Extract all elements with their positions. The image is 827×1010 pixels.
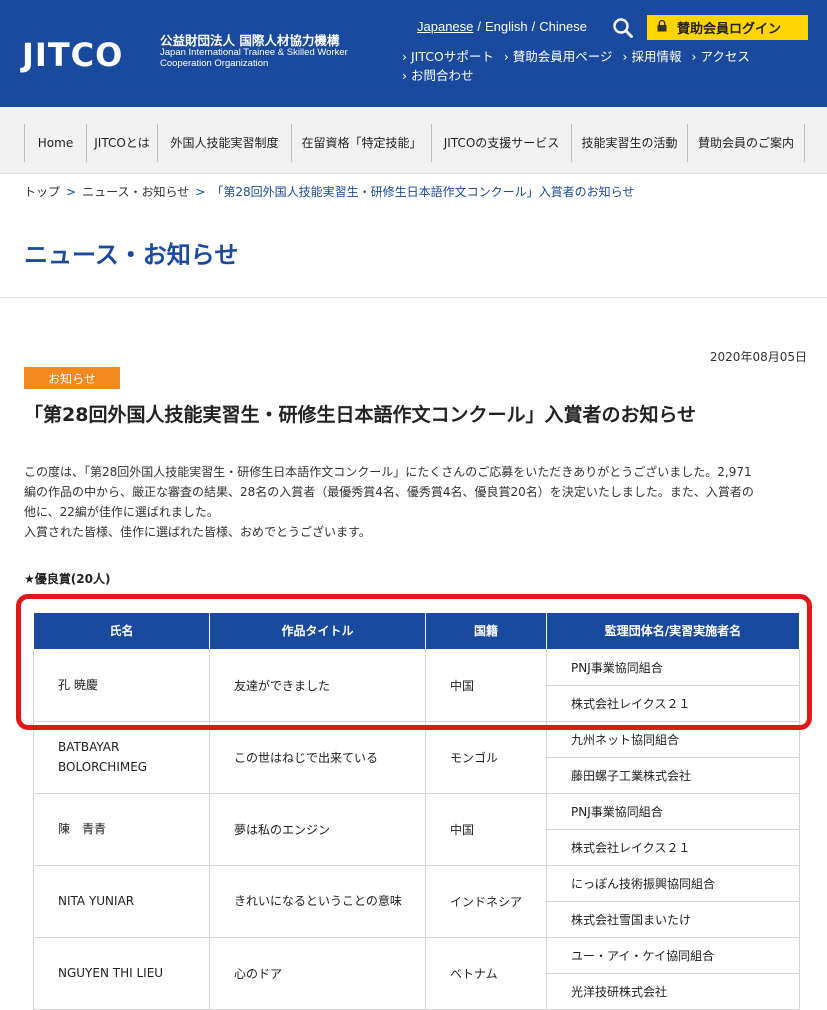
table-row: BATBAYAR BOLORCHIMEG この世はねじで出来ている モンゴル 九… <box>33 720 800 794</box>
intro-line: 編の作品の中から、厳正な審査の結果、28名の入賞者（最優秀賞4名、優秀賞4名、優… <box>24 485 754 499</box>
table-row: 孔 暁慶 友達ができました 中国 PNJ事業協同組合 <box>33 648 800 722</box>
cell-org: にっぽん技術振興協同組合 <box>546 864 800 902</box>
nav-item-trainee-system[interactable]: 外国人技能実習制度 <box>158 124 292 162</box>
nav-item-specified-skills[interactable]: 在留資格「特定技能」 <box>292 124 432 162</box>
lang-english[interactable]: English <box>485 19 528 34</box>
cell-org: 株式会社レイクス２１ <box>546 684 800 722</box>
global-nav-bar: Home JITCOとは 外国人技能実習制度 在留資格「特定技能」 JITCOの… <box>0 107 827 174</box>
awards-table: 氏名 作品タイトル 国籍 監理団体名/実習実施者名 孔 暁慶 友達ができました … <box>33 613 800 1010</box>
cell-name: 孔 暁慶 <box>33 648 210 722</box>
chevron-right-icon: > <box>66 185 77 199</box>
global-nav: Home JITCOとは 外国人技能実習制度 在留資格「特定技能」 JITCOの… <box>24 124 805 162</box>
table-row: NGUYEN THI LIEU 心のドア ベトナム ユー・アイ・ケイ協同組合 <box>33 936 800 1010</box>
table-row: NITA YUNIAR きれいになるということの意味 インドネシア にっぽん技術… <box>33 864 800 938</box>
cell-org: 九州ネット協同組合 <box>546 720 800 758</box>
org-name-jp: 公益財団法人 国際人材協力機構 <box>160 33 340 48</box>
lang-chinese[interactable]: Chinese <box>539 19 587 34</box>
cell-org: 株式会社レイクス２１ <box>546 828 800 866</box>
article-intro: この度は、「第28回外国人技能実習生・研修生日本語作文コンクール」にたくさんのご… <box>24 462 809 542</box>
chevron-right-icon: > <box>195 185 206 199</box>
column-header-nationality: 国籍 <box>425 613 547 650</box>
quick-links: › JITCOサポート › 賛助会員用ページ › 採用情報 › アクセス › お… <box>402 47 822 85</box>
quick-link-recruit[interactable]: › 採用情報 <box>623 49 682 64</box>
org-name-en-line2: Cooperation Organization <box>160 58 269 70</box>
table-header-row: 氏名 作品タイトル 国籍 監理団体名/実習実施者名 <box>33 613 800 650</box>
cell-name: NGUYEN THI LIEU <box>33 936 210 1010</box>
cell-name: 陳 青青 <box>33 792 210 866</box>
jitco-logo[interactable]: JITCO <box>22 36 123 74</box>
column-header-name: 氏名 <box>33 613 210 650</box>
nav-item-home[interactable]: Home <box>25 124 87 162</box>
category-badge: お知らせ <box>24 367 120 389</box>
org-name: 公益財団法人 国際人材協力機構 Japan International Trai… <box>160 33 348 70</box>
nav-item-support-services[interactable]: JITCOの支援サービス <box>432 124 572 162</box>
site-header: JITCO 公益財団法人 国際人材協力機構 Japan Internationa… <box>0 0 827 107</box>
intro-line: 入賞された皆様、佳作に選ばれた皆様、おめでとうございます。 <box>24 525 371 539</box>
quick-link-contact[interactable]: › お問合わせ <box>402 68 473 83</box>
member-login-label: 賛助会員ログイン <box>677 22 782 37</box>
column-header-title: 作品タイトル <box>209 613 426 650</box>
cell-title: 心のドア <box>209 936 426 1010</box>
member-login-button[interactable]: 賛助会員ログイン <box>647 15 808 40</box>
cell-title: 友達ができました <box>209 648 426 722</box>
cell-org: 藤田螺子工業株式会社 <box>546 756 800 794</box>
cell-title: 夢は私のエンジン <box>209 792 426 866</box>
cell-org: ユー・アイ・ケイ協同組合 <box>546 936 800 974</box>
column-header-organization: 監理団体名/実習実施者名 <box>546 613 800 650</box>
cell-org: PNJ事業協同組合 <box>546 792 800 830</box>
quick-link-support[interactable]: › JITCOサポート <box>402 49 494 64</box>
cell-org: 株式会社雪国まいたけ <box>546 900 800 938</box>
cell-name: BATBAYAR BOLORCHIMEG <box>33 720 210 794</box>
page-title: ニュース・お知らせ <box>24 241 239 269</box>
cell-title: この世はねじで出来ている <box>209 720 426 794</box>
intro-line: この度は、「第28回外国人技能実習生・研修生日本語作文コンクール」にたくさんのご… <box>24 465 752 479</box>
cell-org: 光洋技研株式会社 <box>546 972 800 1010</box>
nav-item-trainee-activities[interactable]: 技能実習生の活動 <box>572 124 688 162</box>
section-heading: ★優良賞(20人) <box>24 572 111 586</box>
cell-nationality: モンゴル <box>425 720 547 794</box>
cell-name: NITA YUNIAR <box>33 864 210 938</box>
quick-link-access[interactable]: › アクセス <box>692 49 750 64</box>
lang-japanese[interactable]: Japanese <box>417 19 473 34</box>
cell-nationality: 中国 <box>425 648 547 722</box>
quick-link-member-page[interactable]: › 賛助会員用ページ <box>504 49 613 64</box>
intro-line: 他に、22編が佳作に選ばれました。 <box>24 505 219 519</box>
lock-icon <box>657 19 667 35</box>
language-switcher: Japanese / English / Chinese <box>417 19 587 34</box>
breadcrumb-news[interactable]: ニュース・お知らせ <box>82 185 189 199</box>
cell-title: きれいになるということの意味 <box>209 864 426 938</box>
article-date: 2020年08月05日 <box>709 350 807 364</box>
breadcrumb-top[interactable]: トップ <box>24 185 60 199</box>
cell-nationality: 中国 <box>425 792 547 866</box>
breadcrumb-current: 「第28回外国人技能実習生・研修生日本語作文コンクール」入賞者のお知らせ <box>211 185 635 199</box>
table-row: 陳 青青 夢は私のエンジン 中国 PNJ事業協同組合 <box>33 792 800 866</box>
search-icon[interactable] <box>612 17 634 39</box>
cell-nationality: ベトナム <box>425 936 547 1010</box>
cell-nationality: インドネシア <box>425 864 547 938</box>
cell-org: PNJ事業協同組合 <box>546 648 800 686</box>
nav-item-membership[interactable]: 賛助会員のご案内 <box>688 124 805 162</box>
article-title: 「第28回外国人技能実習生・研修生日本語作文コンクール」入賞者のお知らせ <box>24 404 697 426</box>
nav-item-about[interactable]: JITCOとは <box>87 124 158 162</box>
breadcrumb: トップ > ニュース・お知らせ > 「第28回外国人技能実習生・研修生日本語作文コンクー… <box>24 183 634 200</box>
